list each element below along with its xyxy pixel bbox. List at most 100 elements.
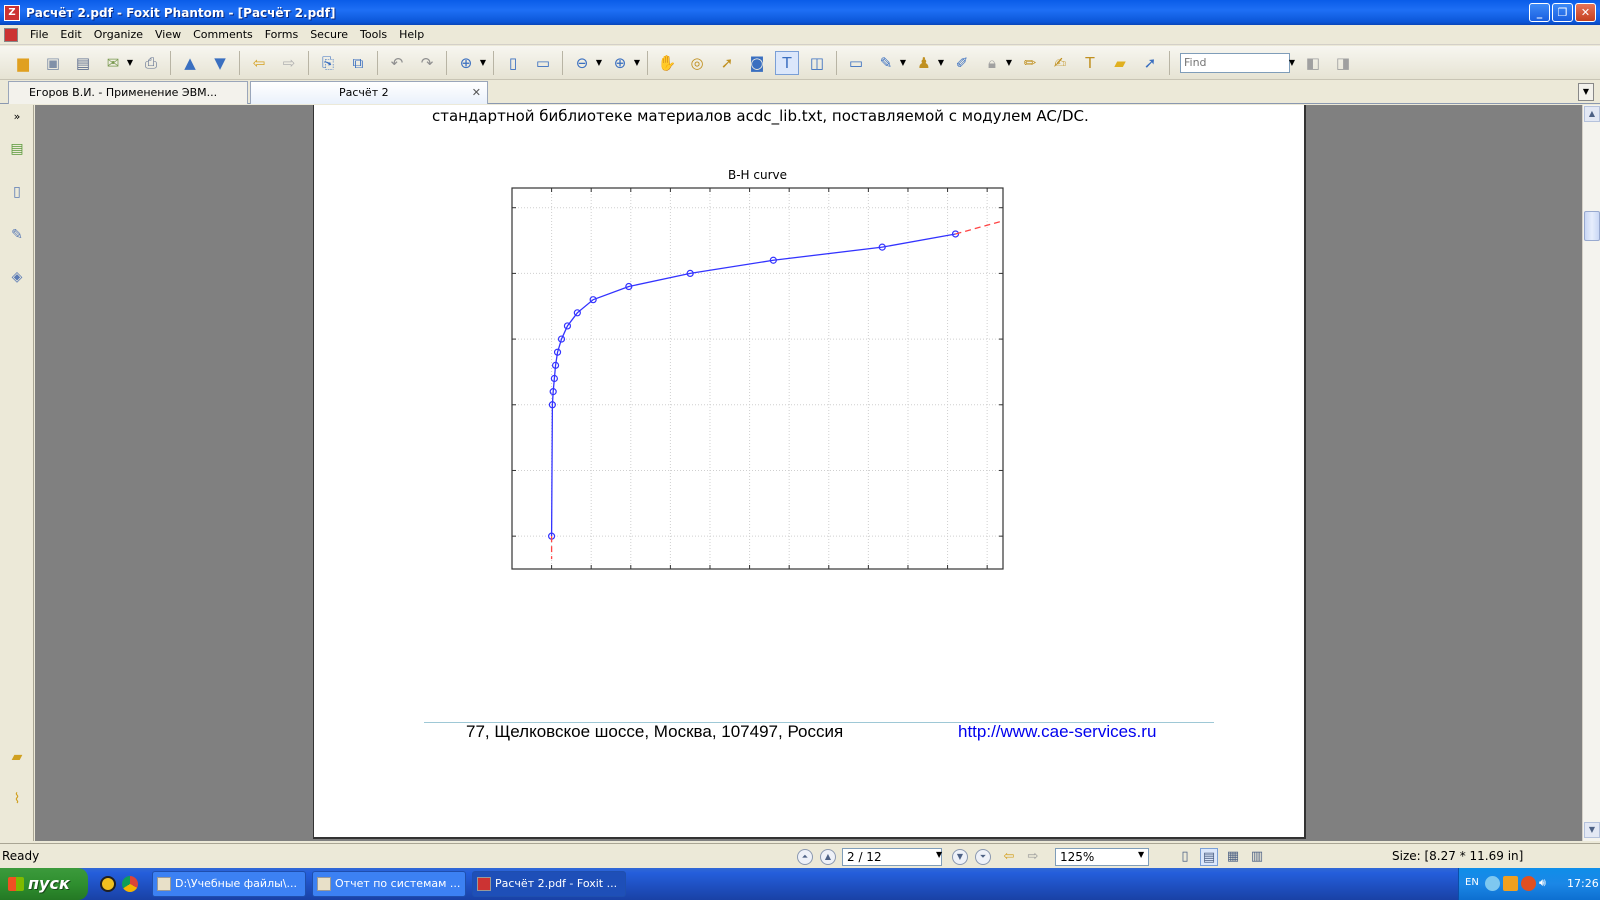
signatures-icon[interactable]: ◈	[6, 265, 28, 289]
document-menu-icon[interactable]	[4, 27, 18, 42]
menu-tools[interactable]: Tools	[354, 26, 393, 43]
sign-icon[interactable]: ✐	[950, 51, 974, 75]
scroll-up-icon[interactable]: ▲	[1584, 106, 1600, 122]
facing-view-icon[interactable]: ▦	[1224, 848, 1242, 866]
tab-list-dropdown-icon[interactable]: ▼	[1578, 83, 1594, 101]
next-page-nav-icon[interactable]: ▼	[952, 849, 968, 865]
full-screen-icon[interactable]: ▭	[844, 51, 868, 75]
previous-page-icon[interactable]: ▲	[178, 51, 202, 75]
stamp-dropdown-icon[interactable]: ▼	[937, 51, 945, 75]
redo-icon[interactable]: ↷	[415, 51, 439, 75]
minimize-button[interactable]: _	[1529, 3, 1550, 22]
lock-dropdown-icon[interactable]: ▼	[1005, 51, 1013, 75]
tray-network-icon[interactable]	[1485, 876, 1500, 891]
rotate-right-icon[interactable]: ⊕	[608, 51, 632, 75]
text-box-icon[interactable]: T	[1078, 51, 1102, 75]
rotate-left-dropdown-icon[interactable]: ▼	[595, 51, 603, 75]
chrome-icon[interactable]	[122, 876, 138, 892]
scan-icon[interactable]: ⎙	[139, 51, 163, 75]
page-dropdown-icon[interactable]: ▼	[936, 850, 942, 859]
close-button[interactable]: ✕	[1575, 3, 1596, 22]
bookmarks-icon[interactable]: ▤	[6, 137, 28, 161]
continuous-view-icon[interactable]: ▤	[1200, 848, 1218, 866]
zoom-in-icon[interactable]: ⊕	[454, 51, 478, 75]
menu-comments[interactable]: Comments	[187, 26, 259, 43]
taskbar-item-foxit[interactable]: Расчёт 2.pdf - Foxit ...	[472, 871, 626, 897]
lock-icon[interactable]: 🔒︎	[980, 51, 1004, 75]
find-previous-icon[interactable]: ◧	[1301, 51, 1325, 75]
taskbar-item-explorer[interactable]: D:\Учебные файлы\...	[152, 871, 306, 897]
expand-panel-icon[interactable]: »	[6, 105, 28, 129]
edit-dropdown-icon[interactable]: ▼	[899, 51, 907, 75]
go-forward-icon[interactable]: ⇨	[277, 51, 301, 75]
first-page-icon[interactable]: ⏶	[797, 849, 813, 865]
rotate-right-dropdown-icon[interactable]: ▼	[633, 51, 641, 75]
find-binoculars-icon[interactable]: ◙	[745, 51, 769, 75]
email-icon[interactable]: ✉	[101, 51, 125, 75]
loupe-tool-icon[interactable]: ◎	[685, 51, 709, 75]
volume-icon[interactable]: 🔊︎	[1539, 876, 1554, 891]
stamp-icon[interactable]: ♟	[912, 51, 936, 75]
fit-page-icon[interactable]: ▯	[501, 51, 525, 75]
pages-icon[interactable]: ▯	[6, 180, 28, 204]
prev-page-nav-icon[interactable]: ▲	[820, 849, 836, 865]
document-workspace[interactable]: стандартной библиотеке материалов acdc_l…	[35, 105, 1582, 841]
last-page-icon[interactable]: ⏷	[975, 849, 991, 865]
tab-raschet-2[interactable]: Расчёт 2 ✕	[250, 81, 488, 104]
layers-edit-icon[interactable]: ✎	[6, 223, 28, 247]
menu-forms[interactable]: Forms	[259, 26, 304, 43]
insert-page-icon[interactable]: ⎘	[316, 51, 340, 75]
tab-close-icon[interactable]: ✕	[472, 82, 481, 103]
scroll-thumb[interactable]	[1584, 211, 1600, 241]
typewriter-icon[interactable]: ✍	[1048, 51, 1072, 75]
menu-organize[interactable]: Organize	[88, 26, 149, 43]
find-input[interactable]	[1180, 52, 1290, 73]
menu-view[interactable]: View	[149, 26, 187, 43]
find-dropdown-icon[interactable]: ▼	[1288, 51, 1296, 75]
undo-icon[interactable]: ↶	[385, 51, 409, 75]
attachments-icon[interactable]: ⌇	[6, 787, 28, 811]
find-next-icon[interactable]: ◨	[1331, 51, 1355, 75]
taskbar-item-word[interactable]: Отчет по системам ...	[312, 871, 466, 897]
rotate-left-icon[interactable]: ⊖	[570, 51, 594, 75]
page-number-field[interactable]: 2 / 12	[842, 848, 942, 866]
quicklaunch-app-icon[interactable]	[100, 876, 116, 892]
language-indicator[interactable]: EN	[1465, 877, 1479, 888]
foxit-app-icon[interactable]: Z	[4, 4, 20, 21]
edit-text-icon[interactable]: ✎	[874, 51, 898, 75]
pdf-page[interactable]: стандартной библиотеке материалов acdc_l…	[313, 105, 1306, 839]
menu-edit[interactable]: Edit	[54, 26, 87, 43]
print-icon[interactable]: ▤	[71, 51, 95, 75]
arrow-tool-icon[interactable]: ➚	[1138, 51, 1162, 75]
single-page-view-icon[interactable]: ▯	[1176, 848, 1194, 866]
extract-page-icon[interactable]: ⧉	[346, 51, 370, 75]
hand-tool-icon[interactable]: ✋	[655, 51, 679, 75]
open-folder-icon[interactable]: ▆	[11, 51, 35, 75]
zoom-dropdown-icon[interactable]: ▼	[479, 51, 487, 75]
start-button[interactable]: пуск	[0, 868, 88, 900]
email-dropdown-icon[interactable]: ▼	[126, 51, 134, 75]
zoom-select-dropdown-icon[interactable]: ▼	[1138, 850, 1144, 859]
note-icon[interactable]: ▰	[1108, 51, 1132, 75]
comments-panel-icon[interactable]: ▰	[6, 745, 28, 769]
continuous-facing-view-icon[interactable]: ▥	[1248, 848, 1266, 866]
footer-url-link[interactable]: http://www.cae-services.ru	[958, 722, 1156, 742]
menu-secure[interactable]: Secure	[304, 26, 354, 43]
select-text-icon[interactable]: T	[775, 50, 799, 75]
restore-button[interactable]: ❐	[1552, 3, 1573, 22]
save-icon[interactable]: ▣	[41, 51, 65, 75]
tab-egorov[interactable]: Егоров В.И. - Применение ЭВМ...	[8, 81, 248, 104]
tray-update-icon[interactable]	[1521, 876, 1536, 891]
menu-help[interactable]: Help	[393, 26, 430, 43]
status-back-icon[interactable]: ⇦	[1000, 848, 1018, 866]
snapshot-icon[interactable]: ◫	[805, 51, 829, 75]
status-forward-icon[interactable]: ⇨	[1024, 848, 1042, 866]
zoom-level-select[interactable]: 125%	[1055, 848, 1149, 866]
tray-app-icon[interactable]	[1503, 876, 1518, 891]
menu-file[interactable]: File	[24, 26, 54, 43]
fit-width-icon[interactable]: ▭	[531, 51, 555, 75]
go-back-icon[interactable]: ⇦	[247, 51, 271, 75]
vertical-scrollbar[interactable]: ▲ ▼	[1582, 105, 1600, 841]
select-tool-icon[interactable]: ➚	[715, 51, 739, 75]
pencil-icon[interactable]: ✏	[1018, 51, 1042, 75]
